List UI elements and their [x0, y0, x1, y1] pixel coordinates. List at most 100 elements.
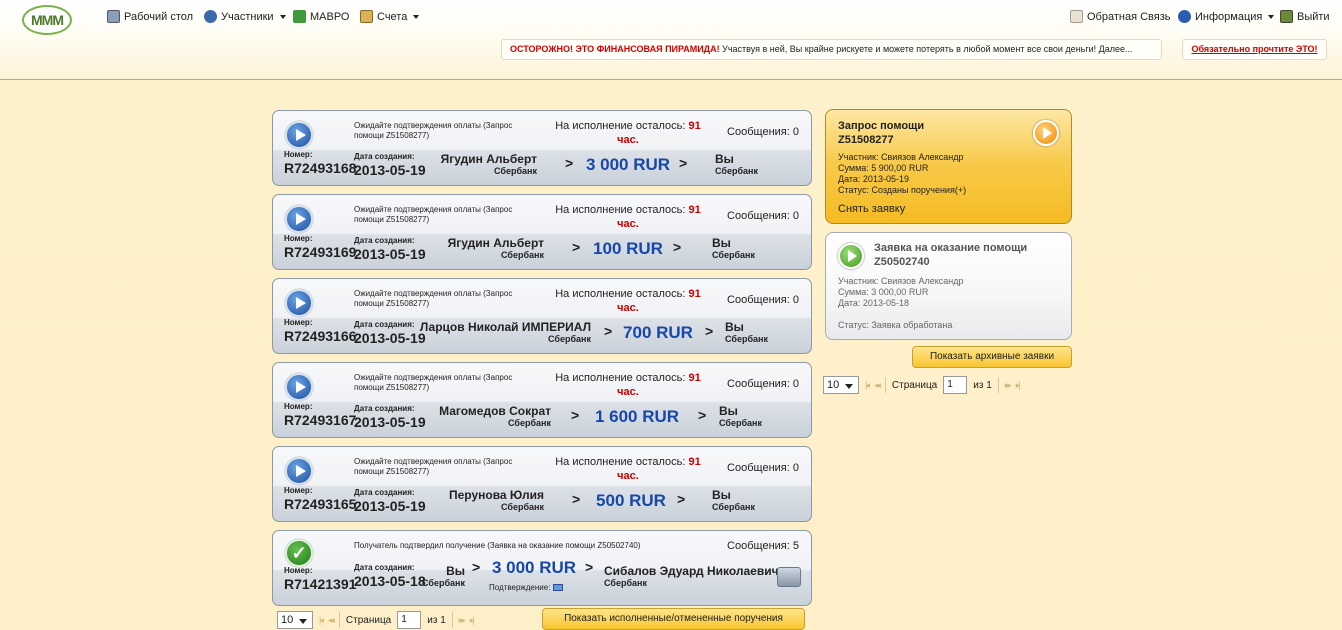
remaining-label: На исполнение осталось:: [555, 372, 686, 384]
messages-count[interactable]: Сообщения: 5: [727, 540, 799, 552]
page-size-select[interactable]: 10: [277, 611, 313, 629]
help-request-status: Статус: Созданы поручения(+): [838, 185, 967, 195]
checkmark-icon[interactable]: ✓: [285, 539, 313, 567]
cancel-request-link[interactable]: Снять заявку: [838, 203, 905, 215]
number-label: Номер:: [284, 318, 313, 327]
order-number: R72493165: [284, 496, 357, 512]
arrow-right: >: [705, 323, 714, 339]
help-offer-sum: Сумма: 3 000,00 RUR: [838, 287, 929, 297]
messages-count[interactable]: Сообщения: 0: [727, 378, 799, 390]
chevron-down-icon: [279, 14, 286, 19]
page-input[interactable]: 1: [943, 376, 968, 394]
show-archive-button[interactable]: Показать архивные заявки: [912, 346, 1072, 368]
first-page-icon[interactable]: |◂: [319, 615, 324, 626]
messages-label: Сообщения:: [727, 462, 790, 474]
help-offer-card[interactable]: Заявка на оказание помощи Z50502740 Участ…: [825, 232, 1072, 340]
print-icon[interactable]: [777, 567, 801, 587]
help-offer-title: Заявка на оказание помощи Z50502740: [874, 241, 1027, 269]
receiver-bank: Сбербанк: [712, 502, 755, 512]
prev-page-icon[interactable]: ◂◂: [874, 380, 881, 391]
page-size-select[interactable]: 10: [823, 376, 859, 394]
nav-accounts-label: Счета: [377, 10, 408, 23]
nav-info[interactable]: Информация: [1178, 10, 1275, 23]
nav-accounts[interactable]: Счета: [360, 10, 420, 23]
nav-mavro[interactable]: МАВРО: [293, 10, 350, 23]
first-page-icon[interactable]: |◂: [865, 380, 870, 391]
nav-participants[interactable]: Участники: [204, 10, 286, 23]
arrow-right: >: [572, 491, 581, 507]
play-icon[interactable]: [285, 205, 313, 233]
order-date: 2013-05-19: [354, 498, 426, 514]
messages-count[interactable]: Сообщения: 0: [727, 462, 799, 474]
arrow-right: >: [565, 155, 574, 171]
messages-value: 5: [792, 540, 799, 552]
payer: Вы Сбербанк: [422, 564, 465, 589]
receiver-name: Вы: [715, 152, 734, 166]
arrow-right-icon[interactable]: [838, 243, 864, 269]
nav-feedback[interactable]: Обратная Связь: [1070, 10, 1171, 23]
order-date: 2013-05-19: [354, 330, 426, 346]
image-icon[interactable]: [552, 584, 563, 592]
payer-name: Ларцов Николай ИМПЕРИАЛ: [419, 320, 591, 334]
of-label: из: [427, 614, 438, 626]
arrow-right: >: [677, 491, 686, 507]
arrow-right: >: [472, 559, 481, 575]
date-label: Дата создания:: [354, 236, 415, 245]
next-page-icon[interactable]: ▸▸: [459, 615, 466, 626]
messages-value: 0: [792, 294, 799, 306]
messages-count[interactable]: Сообщения: 0: [727, 210, 799, 222]
play-icon[interactable]: [285, 121, 313, 149]
total-pages: 1: [440, 614, 446, 626]
remaining-hours: 91: [688, 204, 701, 216]
order-status: Ожидайте подтверждения оплаты (Запрос по…: [354, 373, 513, 392]
order-date: 2013-05-19: [354, 246, 426, 262]
pyramid-warning[interactable]: ОСТОРОЖНО! ЭТО ФИНАНСОВАЯ ПИРАМИДА! Учас…: [501, 39, 1162, 60]
pager-separator: [451, 612, 453, 628]
payer-bank: Сбербанк: [501, 250, 544, 260]
payer: Ягудин Альберт Сбербанк: [441, 152, 537, 177]
remaining-label: На исполнение осталось:: [555, 288, 686, 300]
messages-count[interactable]: Сообщения: 0: [727, 294, 799, 306]
warning-red-text: ОСТОРОЖНО! ЭТО ФИНАНСОВАЯ ПИРАМИДА!: [510, 44, 720, 54]
prev-page-icon[interactable]: ◂◂: [328, 615, 335, 626]
help-request-details: Участник: Свиязов Александр Сумма: 5 900…: [838, 152, 966, 196]
next-page-icon[interactable]: ▸▸: [1005, 380, 1012, 391]
order-number: R71421391: [284, 576, 357, 592]
play-icon[interactable]: [285, 373, 313, 401]
payer-bank: Сбербанк: [494, 166, 537, 176]
last-page-icon[interactable]: ▸|: [470, 615, 475, 626]
payer-name: Ягудин Альберт: [440, 152, 537, 166]
nav-logout-label: Выйти: [1297, 10, 1330, 23]
messages-count[interactable]: Сообщения: 0: [727, 126, 799, 138]
remaining-hours: 91: [688, 456, 701, 468]
help-request-id: Z51508277: [838, 134, 894, 146]
completed-order-card: ✓ Получатель подтвердил получение (Заявк…: [272, 530, 812, 606]
hours-suffix: час.: [617, 218, 639, 230]
remaining-hours: 91: [688, 120, 701, 132]
play-icon[interactable]: [285, 289, 313, 317]
order-amount: 100 RUR: [593, 239, 663, 258]
hours-suffix: час.: [617, 134, 639, 146]
time-remaining: На исполнение осталось: 91 час.: [553, 455, 703, 483]
payer: Ларцов Николай ИМПЕРИАЛ Сбербанк: [420, 320, 591, 345]
help-request-card[interactable]: Запрос помощи Z51508277 Участник: Свиязов…: [825, 109, 1072, 224]
page-input[interactable]: 1: [397, 611, 422, 629]
must-read-link[interactable]: Обязательно прочтите ЭТО!: [1182, 39, 1327, 60]
nav-logout[interactable]: Выйти: [1280, 10, 1330, 23]
nav-info-label: Информация: [1195, 10, 1263, 23]
nav-desktop[interactable]: Рабочий стол: [107, 10, 193, 23]
remaining-hours: 91: [688, 288, 701, 300]
last-page-icon[interactable]: ▸|: [1016, 380, 1021, 391]
payer-name: Перунова Юлия: [448, 488, 544, 502]
arrow-right-icon[interactable]: [1033, 120, 1059, 146]
messages-value: 0: [792, 126, 799, 138]
play-icon[interactable]: [285, 457, 313, 485]
order-card: Ожидайте подтверждения оплаты (Запрос по…: [272, 446, 812, 522]
arrow-right: >: [673, 239, 682, 255]
show-completed-button[interactable]: Показать исполненные/отмененные поручени…: [542, 608, 805, 630]
mmm-logo[interactable]: МММ: [22, 5, 72, 35]
order-card: Ожидайте подтверждения оплаты (Запрос по…: [272, 278, 812, 354]
page-label: Страница: [891, 379, 938, 391]
receiver-name: Вы: [725, 320, 744, 334]
confirmation[interactable]: Подтверждение:: [489, 583, 563, 592]
